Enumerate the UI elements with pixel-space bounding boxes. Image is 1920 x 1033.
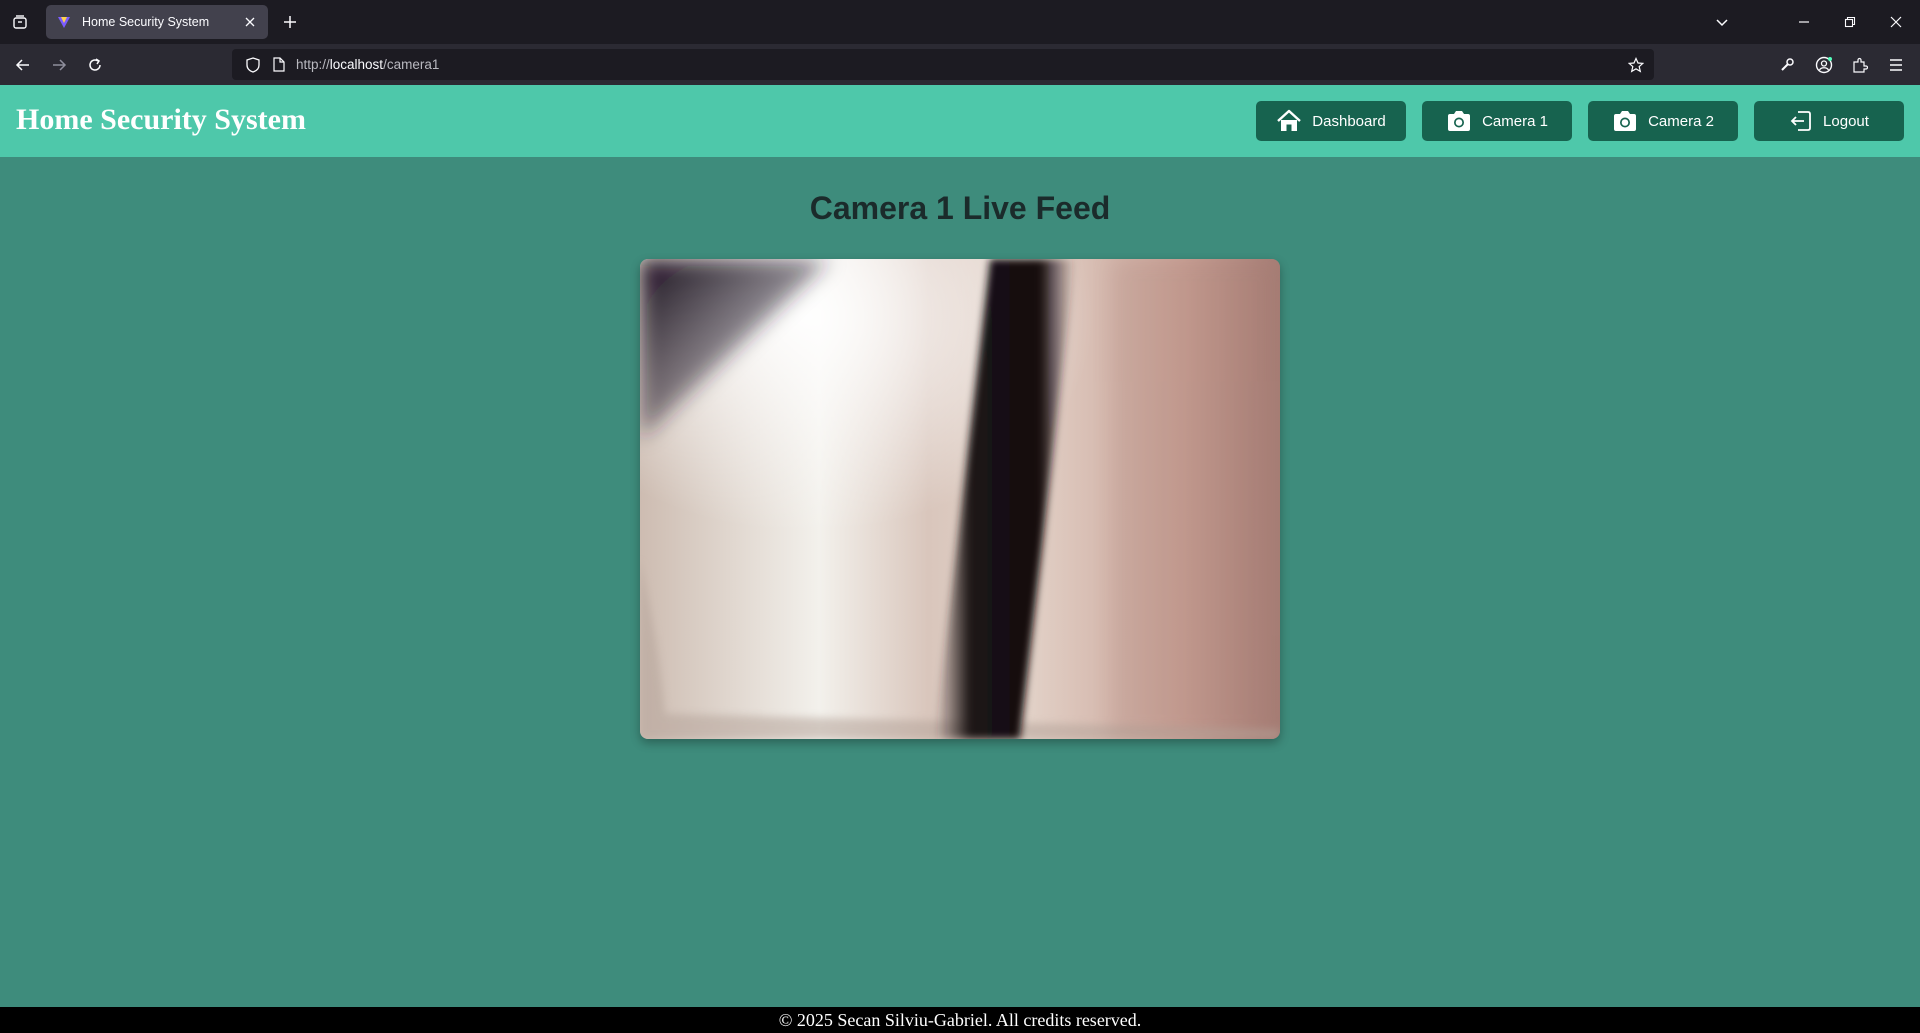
bookmark-star-icon[interactable] xyxy=(1626,55,1646,75)
tools-button[interactable] xyxy=(1772,50,1802,80)
minimize-button[interactable] xyxy=(1790,8,1818,36)
shield-icon[interactable] xyxy=(244,56,262,74)
minimize-icon xyxy=(1799,21,1809,23)
camera2-label: Camera 2 xyxy=(1648,112,1714,130)
new-tab-button[interactable] xyxy=(278,10,302,34)
address-bar[interactable]: http://localhost/camera1 xyxy=(232,49,1654,80)
forward-button[interactable] xyxy=(44,50,74,80)
logout-icon xyxy=(1790,111,1811,131)
url-host: localhost xyxy=(329,57,384,72)
camera-icon xyxy=(1448,111,1471,131)
url-scheme: http:// xyxy=(296,57,330,72)
logout-label: Logout xyxy=(1823,112,1869,130)
tab-list-button[interactable] xyxy=(6,8,34,36)
puzzle-icon xyxy=(1853,57,1868,73)
home-icon xyxy=(1277,109,1302,131)
logout-button[interactable]: Logout xyxy=(1754,101,1904,141)
camera2-button[interactable]: Camera 2 xyxy=(1588,101,1738,141)
plus-icon xyxy=(284,16,296,28)
restore-button[interactable] xyxy=(1836,8,1864,36)
tab-close-icon[interactable] xyxy=(242,14,258,30)
camera1-label: Camera 1 xyxy=(1482,112,1548,130)
camera-feed-image xyxy=(640,259,1280,739)
site-header: Home Security System Dashboard Camera 1 … xyxy=(0,85,1920,157)
camera-icon xyxy=(1614,111,1637,131)
back-arrow-icon xyxy=(15,59,29,71)
browser-nav-bar: http://localhost/camera1 xyxy=(0,44,1920,85)
favicon-icon xyxy=(58,17,70,28)
url-text[interactable]: http://localhost/camera1 xyxy=(296,57,439,72)
close-window-button[interactable] xyxy=(1882,8,1910,36)
list-all-tabs-button[interactable] xyxy=(1708,8,1736,36)
camera-live-feed xyxy=(640,259,1280,739)
hamburger-menu-icon xyxy=(1890,59,1902,71)
url-path: /camera1 xyxy=(383,57,440,72)
dashboard-button[interactable]: Dashboard xyxy=(1256,101,1406,141)
tab-list-icon xyxy=(13,15,27,29)
account-icon xyxy=(1815,56,1833,74)
reload-button[interactable] xyxy=(80,50,110,80)
forward-arrow-icon xyxy=(53,59,67,71)
page-icon[interactable] xyxy=(270,56,288,74)
browser-tab[interactable]: Home Security System xyxy=(46,5,268,39)
page-title: Camera 1 Live Feed xyxy=(809,190,1111,226)
extensions-button[interactable] xyxy=(1845,50,1875,80)
site-footer: © 2025 Secan Silviu-Gabriel. All credits… xyxy=(0,1007,1920,1033)
close-icon xyxy=(1890,16,1902,28)
site-brand[interactable]: Home Security System xyxy=(16,103,306,137)
chevron-down-icon xyxy=(1716,19,1728,27)
camera1-button[interactable]: Camera 1 xyxy=(1422,101,1572,141)
back-button[interactable] xyxy=(8,50,38,80)
wrench-icon xyxy=(1781,58,1794,71)
reload-icon xyxy=(89,58,101,71)
tab-title: Home Security System xyxy=(82,15,210,29)
account-button[interactable] xyxy=(1809,50,1839,80)
browser-tab-bar: Home Security System xyxy=(0,0,1920,44)
restore-icon xyxy=(1844,16,1856,28)
app-menu-button[interactable] xyxy=(1881,50,1911,80)
dashboard-label: Dashboard xyxy=(1312,112,1386,130)
